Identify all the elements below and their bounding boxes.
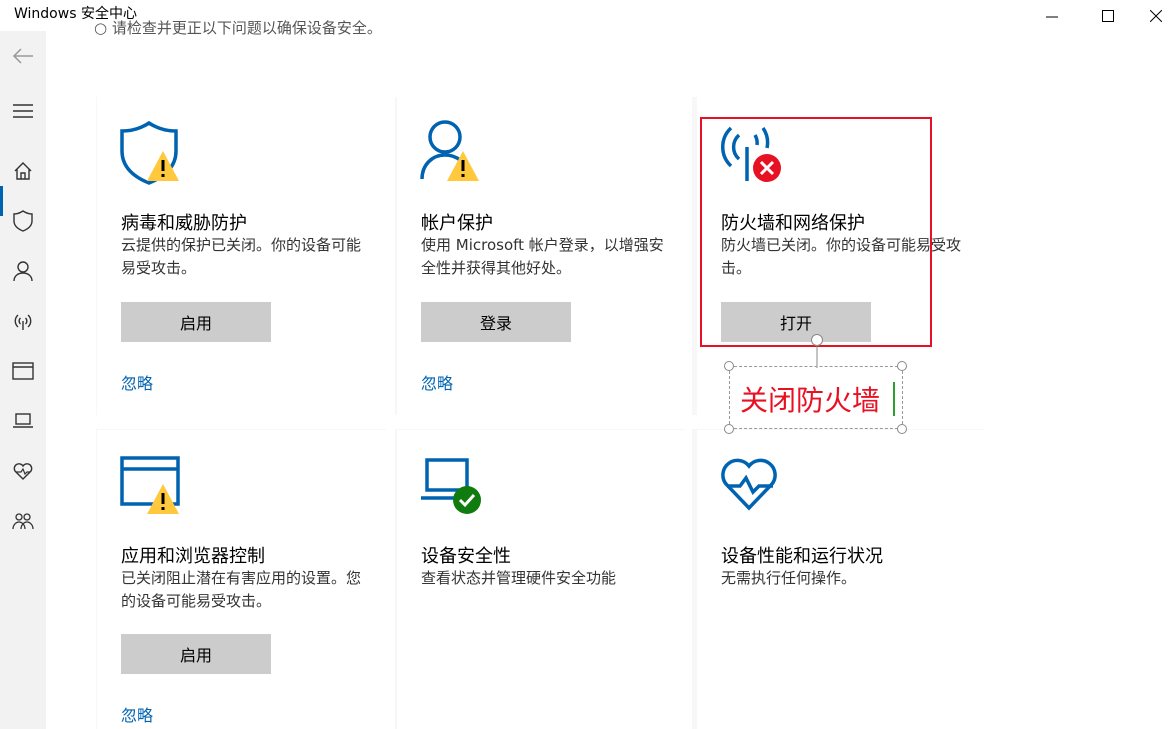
- annotation-text: 关闭防火墙: [740, 384, 881, 417]
- annotation-textbox[interactable]: 关闭防火墙: [729, 366, 903, 429]
- sidebar-item-family[interactable]: [0, 501, 46, 541]
- header-clipped-text: ○ 请检查并更正以下问题以确保设备安全。: [94, 19, 382, 37]
- home-icon: [14, 162, 32, 180]
- sidebar: [0, 31, 46, 729]
- card-description: 云提供的保护已关闭。你的设备可能易受攻击。: [121, 236, 362, 277]
- sidebar-item-virus-protection[interactable]: [0, 201, 46, 241]
- health-heart-icon: [721, 458, 777, 511]
- sidebar-item-firewall[interactable]: [0, 301, 46, 341]
- shield-warning-icon: [120, 121, 179, 185]
- card-virus-protection: 病毒和威胁防护 云提供的保护已关闭。你的设备可能易受攻击。 启用 忽略: [97, 97, 387, 415]
- shield-icon: [13, 210, 33, 232]
- resize-handle[interactable]: [897, 424, 907, 434]
- card-account-protection: 帐户保护 使用 Microsoft 帐户登录，以增强安全性并获得其他好处。 登录…: [397, 97, 687, 415]
- maximize-button[interactable]: [1083, 0, 1133, 31]
- sidebar-item-account[interactable]: [0, 251, 46, 291]
- sidebar-item-app-browser[interactable]: [0, 351, 46, 391]
- menu-button[interactable]: [0, 91, 46, 131]
- enable-button[interactable]: 启用: [121, 634, 271, 674]
- minimize-button[interactable]: [1027, 0, 1077, 31]
- card-title: 应用和浏览器控制: [121, 546, 265, 567]
- enable-button[interactable]: 启用: [121, 302, 271, 342]
- laptop-ok-icon: [421, 458, 481, 514]
- card-title: 设备安全性: [421, 546, 511, 567]
- person-icon: [13, 261, 33, 282]
- sidebar-item-device-security[interactable]: [0, 401, 46, 441]
- hamburger-menu-icon: [13, 104, 33, 118]
- wifi-antenna-icon: [14, 314, 32, 330]
- sign-in-button[interactable]: 登录: [421, 302, 571, 342]
- dismiss-link[interactable]: 忽略: [421, 370, 453, 394]
- health-heart-icon: [13, 463, 33, 480]
- highlight-rectangle: [700, 117, 932, 347]
- card-title: 帐户保护: [421, 213, 493, 234]
- minimize-icon: [1046, 16, 1058, 17]
- close-icon: [1150, 9, 1162, 22]
- card-description: 已关闭阻止潜在有害应用的设置。您的设备可能易受攻击。: [121, 569, 362, 610]
- card-title: 设备性能和运行状况: [721, 546, 883, 567]
- card-description: 查看状态并管理硬件安全功能: [421, 569, 617, 587]
- resize-handle[interactable]: [897, 361, 907, 371]
- back-button[interactable]: [0, 36, 46, 76]
- card-app-browser-control: 应用和浏览器控制 已关闭阻止潜在有害应用的设置。您的设备可能易受攻击。 启用 忽…: [97, 430, 387, 729]
- close-button[interactable]: [1136, 0, 1176, 31]
- family-icon: [12, 513, 34, 530]
- back-arrow-icon: [12, 48, 33, 64]
- card-description: 使用 Microsoft 帐户登录，以增强安全性并获得其他好处。: [421, 236, 664, 277]
- text-caret: [893, 382, 895, 416]
- card-device-security: 设备安全性 查看状态并管理硬件安全功能: [397, 430, 687, 729]
- sidebar-item-device-health[interactable]: [0, 451, 46, 491]
- app-window-warning-icon: [120, 456, 180, 514]
- laptop-icon: [13, 413, 33, 428]
- card-device-health: 设备性能和运行状况 无需执行任何操作。: [697, 430, 987, 729]
- card-description: 无需执行任何操作。: [721, 569, 857, 587]
- maximize-icon: [1102, 9, 1114, 22]
- resize-handle[interactable]: [724, 361, 734, 371]
- connector-line: [811, 334, 823, 368]
- app-window-icon: [12, 362, 34, 380]
- dismiss-link[interactable]: 忽略: [121, 370, 153, 394]
- resize-handle[interactable]: [724, 424, 734, 434]
- dismiss-link[interactable]: 忽略: [121, 702, 153, 726]
- card-title: 病毒和威胁防护: [121, 213, 247, 234]
- sidebar-item-home[interactable]: [0, 151, 46, 191]
- person-warning-icon: [420, 120, 479, 181]
